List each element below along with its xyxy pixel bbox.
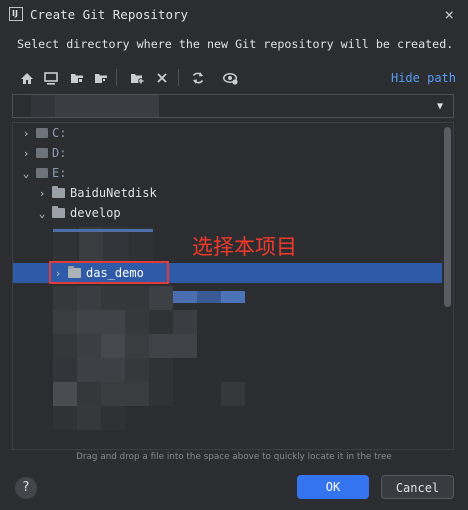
tree-node-develop[interactable]: ⌄ develop [35,203,121,223]
blurred-tree-content [53,229,153,232]
folder-icon [52,205,65,218]
ok-button[interactable]: OK [297,475,369,499]
path-combobox[interactable]: ▼ [12,94,454,118]
blurred-tree-content [53,310,77,334]
blurred-tree-content [125,358,149,382]
tree-node-label: C: [52,126,67,140]
chevron-right-icon[interactable]: › [19,144,33,164]
annotation-text: 选择本项目 [192,235,297,259]
blurred-tree-content [53,406,77,430]
directory-tree[interactable]: › C: › D: ⌄ E: › BaiduNetdisk ⌄ develop › das_… [12,122,454,450]
blurred-tree-content [129,227,153,261]
annotation-highlight-box [49,261,169,284]
toolbar-separator [178,69,179,86]
blurred-tree-content [53,286,77,310]
blurred-tree-content [79,227,103,261]
tree-node-label: develop [70,206,121,220]
blurred-tree-content [103,227,129,261]
blurred-tree-content [197,291,221,303]
new-folder-icon[interactable] [128,69,146,87]
file-chooser-toolbar: Hide path [18,66,458,90]
desktop-icon[interactable] [42,69,60,87]
tree-node-label: BaiduNetdisk [70,186,157,200]
blurred-tree-content [77,334,101,358]
tree-node-drive-e[interactable]: ⌄ E: [19,163,67,184]
blurred-tree-content [77,358,125,382]
drive-icon [36,167,48,178]
blurred-tree-content [149,286,173,310]
tree-scrollbar[interactable] [444,127,451,307]
drive-icon [36,147,48,158]
tree-node-drive-d[interactable]: › D: [19,143,67,164]
help-button[interactable]: ? [15,477,37,499]
chevron-down-icon[interactable]: ⌄ [19,164,33,184]
project-folder-icon[interactable] [68,69,86,87]
blurred-tree-content [53,334,77,358]
chevron-down-icon[interactable]: ⌄ [35,204,49,224]
dialog-title: Create Git Repository [30,7,189,22]
dialog-description: Select directory where the new Git repos… [17,37,454,51]
blurred-tree-content [77,382,101,406]
tree-node-label: E: [52,166,67,180]
toolbar-separator [116,69,117,86]
hide-path-link[interactable]: Hide path [391,71,456,85]
blurred-tree-content [101,286,149,310]
folder-icon [52,185,65,198]
blurred-tree-content [221,291,245,303]
blurred-tree-content [125,334,149,358]
blurred-tree-content [149,310,173,334]
blurred-tree-content [125,310,149,334]
tree-node-drive-c[interactable]: › C: [19,123,67,144]
blurred-tree-content [149,382,173,406]
blurred-tree-content [53,382,77,406]
chevron-down-icon[interactable]: ▼ [427,95,453,117]
home-icon[interactable] [18,69,36,87]
show-hidden-icon[interactable] [221,69,239,87]
blurred-tree-content [173,310,197,334]
drag-drop-hint: Drag and drop a file into the space abov… [76,452,392,462]
tree-node-baidunetdisk[interactable]: › BaiduNetdisk [35,183,157,203]
blurred-tree-content [53,358,77,382]
title-bar: IJ Create Git Repository × [0,0,468,30]
blurred-tree-content [101,406,125,430]
blurred-path-text [55,95,159,117]
intellij-app-icon: IJ [9,7,23,21]
blurred-tree-content [53,227,77,261]
tree-node-label: D: [52,146,67,160]
chevron-right-icon[interactable]: › [19,124,33,144]
blurred-tree-content [77,286,101,310]
blurred-tree-content [101,334,125,358]
delete-icon[interactable] [153,69,171,87]
blurred-tree-content [221,382,245,406]
blurred-tree-content [149,358,173,382]
module-folder-icon[interactable] [92,69,110,87]
drive-icon [36,127,48,138]
refresh-icon[interactable] [189,69,207,87]
blurred-tree-content [149,334,197,358]
chevron-right-icon[interactable]: › [35,184,49,204]
blurred-tree-content [77,310,125,334]
blurred-tree-content [77,406,101,430]
close-icon[interactable]: × [444,5,454,24]
blurred-path-text [31,95,55,117]
blurred-tree-content [173,291,197,303]
cancel-button[interactable]: Cancel [381,475,454,499]
blurred-tree-content [101,382,149,406]
